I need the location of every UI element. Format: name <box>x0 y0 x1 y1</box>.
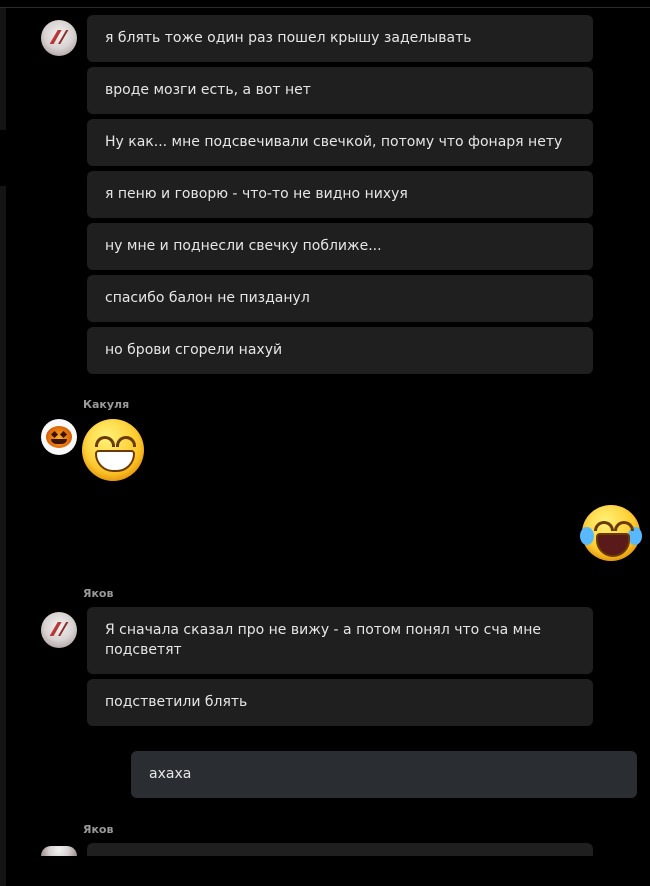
face-with-tears-of-joy-emoji[interactable] <box>580 505 642 561</box>
message-bubble[interactable]: спасибо балон не пизданул <box>87 275 593 322</box>
avatar[interactable] <box>41 612 77 648</box>
message-text: Ну как... мне подсвечивали свечкой, пото… <box>105 134 563 150</box>
message-bubble[interactable]: я пеню и говорю - что-то не видно нихуя <box>87 171 593 218</box>
message-bubble[interactable]: Я сначала сказал про не вижу - а потом п… <box>87 607 593 674</box>
avatar[interactable] <box>41 846 77 856</box>
message-text: но брови сгорели нахуй <box>105 342 283 358</box>
message-bubble[interactable] <box>87 843 593 856</box>
message-text: я блять тоже один раз пошел крышу заделы… <box>105 30 472 46</box>
own-message-bubble[interactable]: ахаха <box>131 751 637 798</box>
message-text: вроде мозги есть, а вот нет <box>105 82 311 98</box>
message-bubble[interactable]: ну мне и поднесли свечку поближе... <box>87 223 593 270</box>
message-text: я пеню и говорю - что-то не видно нихуя <box>105 186 408 202</box>
sender-name[interactable]: Яков <box>83 587 113 600</box>
message-text: спасибо балон не пизданул <box>105 290 310 306</box>
left-panel-edge <box>0 186 6 886</box>
top-divider <box>0 7 650 8</box>
avatar[interactable] <box>41 20 77 56</box>
message-text: Я сначала сказал про не вижу - а потом п… <box>105 622 542 658</box>
pumpkin-avatar-icon[interactable] <box>41 419 77 455</box>
message-bubble[interactable]: вроде мозги есть, а вот нет <box>87 67 593 114</box>
message-text: подстветили блять <box>105 694 248 710</box>
sender-name[interactable]: Яков <box>83 823 113 836</box>
left-panel-edge <box>0 8 6 130</box>
message-bubble[interactable]: я блять тоже один раз пошел крышу заделы… <box>87 15 593 62</box>
message-bubble[interactable]: но брови сгорели нахуй <box>87 327 593 374</box>
message-bubble[interactable]: подстветили блять <box>87 679 593 726</box>
message-bubble[interactable]: Ну как... мне подсвечивали свечкой, пото… <box>87 119 593 166</box>
sender-name[interactable]: Какуля <box>83 398 129 411</box>
message-text: ахаха <box>149 766 192 782</box>
grinning-face-emoji[interactable] <box>82 419 144 481</box>
message-text: ну мне и поднесли свечку поближе... <box>105 238 382 254</box>
